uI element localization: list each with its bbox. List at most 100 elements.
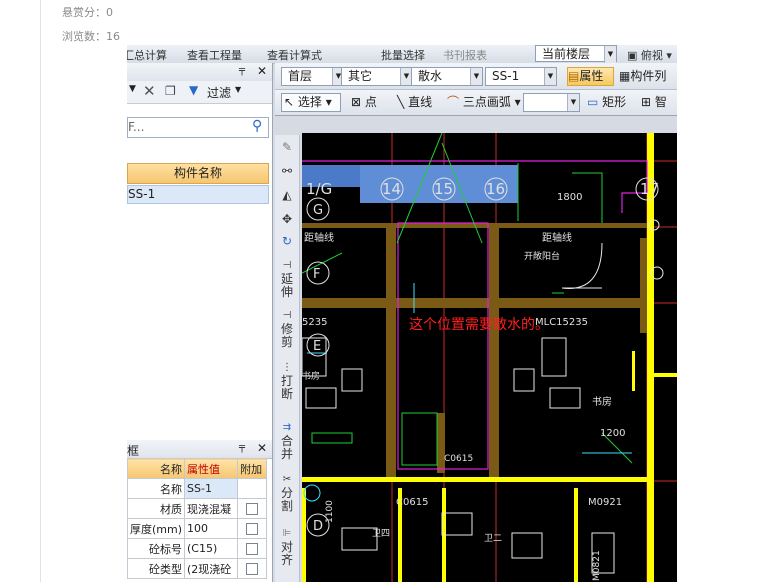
table-row[interactable]: 名称 SS-1 — [127, 478, 267, 499]
extra-cell — [237, 538, 267, 559]
cursor-icon: ↖ — [284, 95, 295, 109]
attach-checkbox[interactable] — [246, 523, 259, 535]
trim-button[interactable]: 修剪 — [280, 323, 294, 349]
component-selector-toolbar: 首层 ▼ 其它 ▼ 散水 ▼ SS-1 ▼ ▤属性 ▦构件列 — [275, 63, 677, 90]
axis-line-text: 距轴线 — [304, 231, 334, 244]
align-button[interactable]: 对齐 — [280, 541, 294, 567]
table-row[interactable]: 砼类型 (2现浇砼 — [127, 558, 267, 579]
select-button[interactable]: ↖ 选择 ▾ — [281, 93, 341, 112]
brush-icon[interactable]: ✎ — [275, 141, 299, 154]
pin-icon[interactable]: ╤ — [239, 442, 245, 453]
rotate-icon[interactable]: ↻ — [275, 235, 299, 248]
extend-icon: ⊣ — [282, 260, 292, 271]
component-search[interactable]: F... ⚲ — [127, 117, 269, 138]
axis-label: 15 — [434, 180, 453, 198]
door-label: C0615 — [396, 497, 428, 508]
view-mode-button[interactable]: ▣ 俯视 ▾ — [627, 47, 672, 63]
chevron-down-icon: ▼ — [604, 46, 616, 63]
component-type-combo[interactable]: 散水 ▼ — [411, 67, 483, 86]
door-label: C0615 — [444, 454, 473, 464]
chevron-down-icon[interactable]: ▼ — [129, 84, 136, 94]
rect-button[interactable]: ▭ 矩形 — [587, 93, 626, 112]
axis-line-text: 距轴线 — [542, 231, 572, 244]
mirror-icon[interactable]: ◭ — [275, 189, 299, 202]
software-screenshot: 汇总计算 查看工程量 查看计算式 批量选择 书刊报表 当前楼层 ▼ ▣ 俯视 ▾ … — [127, 45, 677, 582]
table-row[interactable]: 厚度(mm) 100 — [127, 518, 267, 539]
line-button[interactable]: ╲ 直线 — [397, 93, 432, 112]
property-name: 砼标号 — [127, 538, 186, 559]
property-value[interactable]: 现浇混凝 — [184, 498, 239, 519]
cad-canvas[interactable]: 1/G 14 15 16 17 G F E D 1800 1200 距轴线 距轴… — [302, 133, 677, 582]
extra-cell — [237, 518, 267, 539]
property-value[interactable]: (C15) — [184, 538, 239, 559]
top-toolbar: 汇总计算 查看工程量 查看计算式 批量选择 书刊报表 当前楼层 ▼ ▣ 俯视 ▾ — [127, 45, 677, 64]
chevron-down-icon[interactable]: ▼ — [235, 85, 241, 94]
copy-icon[interactable]: ⚯ — [275, 165, 299, 178]
move-icon[interactable]: ✥ — [275, 213, 299, 226]
list-item[interactable]: SS-1 — [127, 185, 269, 204]
floor-combo[interactable]: 首层 ▼ — [281, 67, 345, 86]
break-icon: ⋮ — [282, 362, 292, 373]
chevron-down-icon: ▼ — [544, 68, 556, 85]
arc-button[interactable]: ⌒ 三点画弧 ▾ — [447, 93, 521, 112]
property-name: 材质 — [127, 498, 186, 519]
property-name: 砼类型 — [127, 558, 186, 579]
batch-select-button[interactable]: 批量选择 — [381, 47, 425, 63]
modify-toolbar: ✎ ⚯ ◭ ✥ ↻ ⊣ 延伸 ⊣ 修剪 ⋮ 打断 ⇉ 合并 ✂ 分割 ⊫ 对齐 — [275, 135, 300, 582]
split-button[interactable]: 分割 — [280, 487, 294, 513]
category-combo[interactable]: 其它 ▼ — [341, 67, 413, 86]
property-table: 名称 属性值 附加 名称 SS-1 材质 现浇混凝 厚度(mm) 100 砼标号 — [127, 458, 267, 579]
table-row[interactable]: 砼标号 (C15) — [127, 538, 267, 559]
smart-layout-button[interactable]: ⊞ 智 — [641, 93, 667, 112]
merge-button[interactable]: 合并 — [280, 435, 294, 461]
attach-checkbox[interactable] — [246, 563, 259, 575]
panel-title-bar: ╤ ✕ — [127, 63, 272, 82]
panel-title-bar: 框 ╤ ✕ — [127, 440, 272, 459]
properties-button[interactable]: ▤属性 — [567, 67, 614, 86]
list-icon: ▦ — [619, 69, 631, 83]
extend-button[interactable]: 延伸 — [280, 273, 294, 299]
panel-title: 框 — [127, 444, 140, 458]
table-row[interactable]: 材质 现浇混凝 — [127, 498, 267, 519]
floor-plan-drawing[interactable]: 1/G 14 15 16 17 G F E D 1800 1200 距轴线 距轴… — [302, 133, 677, 582]
rectangle-icon: ▭ — [587, 95, 599, 109]
property-value[interactable]: 100 — [184, 518, 239, 539]
filter-button[interactable]: 过滤 — [207, 84, 231, 101]
annotation-text: 这个位置需要散水的。 — [409, 316, 549, 333]
smart-icon: ⊞ — [641, 95, 652, 109]
extra-cell — [237, 478, 267, 499]
report-button[interactable]: 书刊报表 — [443, 47, 487, 63]
copy-icon[interactable]: ❐ — [165, 84, 176, 98]
close-icon[interactable]: ✕ — [257, 64, 267, 78]
trim-icon: ⊣ — [282, 310, 292, 321]
dimension-text: 1200 — [600, 428, 625, 439]
view-formula-button[interactable]: 查看计算式 — [267, 47, 322, 63]
property-value[interactable]: (2现浇砼 — [184, 558, 239, 579]
chevron-down-icon: ▼ — [470, 68, 482, 85]
delete-icon[interactable]: ✕ — [143, 82, 156, 100]
search-input[interactable]: F... — [128, 120, 144, 134]
attach-checkbox[interactable] — [246, 503, 259, 515]
component-list-button[interactable]: ▦构件列 — [619, 67, 666, 86]
summary-calc-button[interactable]: 汇总计算 — [127, 47, 167, 63]
dimension-text: 1800 — [557, 192, 582, 203]
component-name-header[interactable]: 构件名称 — [127, 163, 269, 184]
close-icon[interactable]: ✕ — [257, 441, 267, 455]
dimension-text: 1100 — [325, 500, 335, 523]
floor-scope-combo[interactable]: 当前楼层 ▼ — [535, 45, 617, 63]
search-icon[interactable]: ⚲ — [252, 118, 262, 134]
extra-cell — [237, 498, 267, 519]
arc-mode-combo[interactable]: ▼ — [523, 93, 580, 112]
point-button[interactable]: ⊠ 点 — [351, 93, 377, 112]
filter-icon[interactable]: ▼ — [189, 83, 198, 97]
reward-points: 悬赏分：0 — [62, 6, 113, 19]
page-left-border — [40, 0, 41, 582]
row-label: F — [313, 267, 320, 282]
component-combo[interactable]: SS-1 ▼ — [485, 67, 557, 86]
pin-icon[interactable]: ╤ — [239, 65, 245, 76]
attach-checkbox[interactable] — [246, 543, 259, 555]
axis-label: 17 — [640, 180, 659, 198]
view-quantity-button[interactable]: 查看工程量 — [187, 47, 242, 63]
break-button[interactable]: 打断 — [280, 375, 294, 401]
property-value[interactable]: SS-1 — [184, 478, 239, 499]
